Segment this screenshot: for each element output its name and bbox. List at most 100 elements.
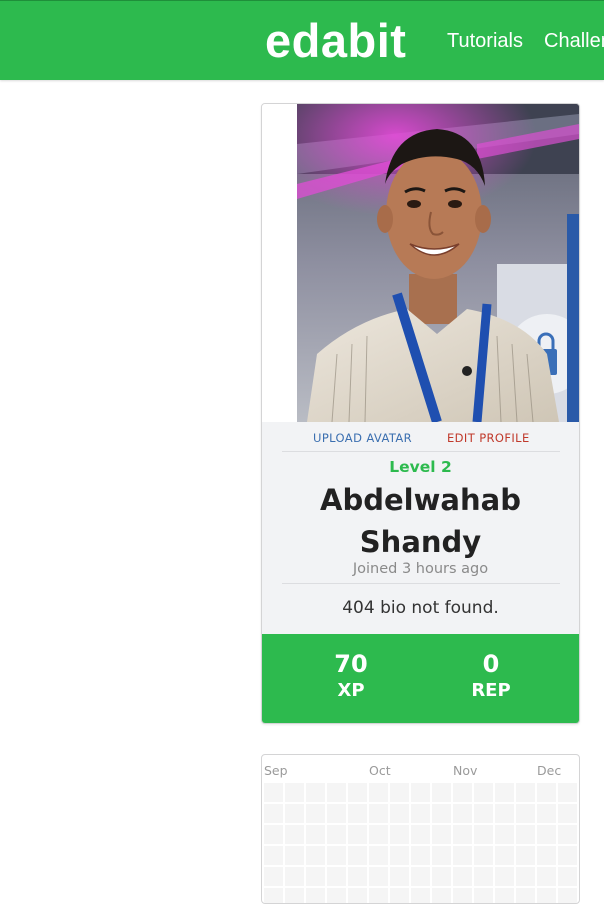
heatmap-cell (306, 888, 325, 903)
avatar-photo-image (297, 104, 579, 422)
heatmap-cell (537, 783, 556, 802)
heatmap-cell (285, 825, 304, 844)
heatmap-cell (432, 888, 451, 903)
heatmap-cell (411, 867, 430, 886)
brand-logo[interactable]: edabit (265, 15, 406, 67)
heatmap-cell (327, 888, 346, 903)
heatmap-cell (264, 867, 283, 886)
heatmap-cell (432, 846, 451, 865)
heatmap-cell (327, 804, 346, 823)
heatmap-cell (558, 888, 577, 903)
heatmap-cell (453, 804, 472, 823)
heatmap-cell (285, 867, 304, 886)
heatmap-cell (327, 846, 346, 865)
heatmap-cell (558, 783, 577, 802)
heatmap-cell (306, 825, 325, 844)
heatmap-cell (390, 825, 409, 844)
heatmap-cell (390, 867, 409, 886)
heatmap-cell (453, 867, 472, 886)
joined-date: Joined 3 hours ago (352, 561, 489, 577)
heatmap-cell (306, 783, 325, 802)
heatmap-cell (285, 846, 304, 865)
heatmap-cell (390, 804, 409, 823)
heatmap-cell (537, 825, 556, 844)
heatmap-cell (348, 783, 367, 802)
heatmap-cell (474, 783, 493, 802)
heatmap-cell (495, 825, 514, 844)
heatmap-cell (348, 888, 367, 903)
divider (282, 583, 560, 584)
stats-bar: 70 XP 0 REP (262, 634, 579, 723)
avatar-actions: UPLOAD AVATAR EDIT PROFILE (262, 429, 579, 449)
heatmap-cell (432, 804, 451, 823)
heatmap-cell (516, 888, 535, 903)
user-level: Level 2 (389, 458, 452, 476)
heatmap-cell (474, 867, 493, 886)
heatmap-cell (495, 846, 514, 865)
heatmap-cell (306, 804, 325, 823)
heatmap-cell (327, 867, 346, 886)
month-label: Sep (264, 763, 288, 778)
heatmap-cell (411, 846, 430, 865)
heatmap-cell (432, 867, 451, 886)
heatmap-cell (495, 804, 514, 823)
heatmap-cell (411, 783, 430, 802)
heatmap-cell (516, 846, 535, 865)
top-navbar: edabit Tutorials Challenges (0, 0, 604, 80)
heatmap-cell (369, 783, 388, 802)
heatmap-cell (264, 804, 283, 823)
heatmap-cell (348, 867, 367, 886)
heatmap-cell (390, 888, 409, 903)
nav-challenges-link[interactable]: Challenges (544, 30, 604, 52)
divider (282, 451, 560, 452)
heatmap-cell (558, 825, 577, 844)
heatmap-cell (453, 825, 472, 844)
avatar-area (262, 104, 579, 422)
heatmap-cell (264, 783, 283, 802)
heatmap-cell (432, 783, 451, 802)
user-name: Abdelwahab Shandy (320, 483, 521, 559)
heatmap-cell (432, 825, 451, 844)
heatmap-cell (369, 804, 388, 823)
heatmap-cell (474, 888, 493, 903)
heatmap-cell (348, 846, 367, 865)
xp-stat: 70 XP (291, 650, 411, 704)
heatmap-cell (537, 804, 556, 823)
month-label: Oct (369, 763, 391, 778)
heatmap-cell (516, 804, 535, 823)
heatmap-cell (390, 846, 409, 865)
heatmap-cell (369, 825, 388, 844)
heatmap-cell (537, 888, 556, 903)
rep-value: 0 (482, 650, 500, 678)
xp-value: 70 (334, 650, 368, 678)
heatmap-cell (348, 825, 367, 844)
heatmap-cell (390, 783, 409, 802)
heatmap-cell (411, 888, 430, 903)
heatmap-cell (264, 825, 283, 844)
heatmap-cell (285, 804, 304, 823)
heatmap-cell (411, 825, 430, 844)
nav-tutorials-link[interactable]: Tutorials (447, 30, 523, 52)
heatmap-cell (327, 783, 346, 802)
upload-avatar-link[interactable]: UPLOAD AVATAR (313, 431, 412, 445)
heatmap-cell (474, 825, 493, 844)
heatmap-cell (369, 867, 388, 886)
edit-profile-link[interactable]: EDIT PROFILE (447, 431, 530, 445)
profile-card: UPLOAD AVATAR EDIT PROFILE Level 2 Abdel… (261, 103, 580, 724)
month-label: Dec (537, 763, 562, 778)
heatmap-cell (537, 867, 556, 886)
rep-label: REP (471, 680, 511, 701)
heatmap-cell (264, 846, 283, 865)
month-label: Nov (453, 763, 478, 778)
heatmap-cell (327, 825, 346, 844)
user-bio: 404 bio not found. (342, 598, 499, 618)
heatmap-cell (495, 888, 514, 903)
activity-heatmap-card: Sep Oct Nov Dec (261, 754, 580, 904)
heatmap-cell (411, 804, 430, 823)
heatmap-cell (495, 783, 514, 802)
heatmap-cell (495, 867, 514, 886)
xp-label: XP (337, 680, 365, 701)
heatmap-cell (369, 888, 388, 903)
heatmap-cell (453, 783, 472, 802)
heatmap-cell (348, 804, 367, 823)
